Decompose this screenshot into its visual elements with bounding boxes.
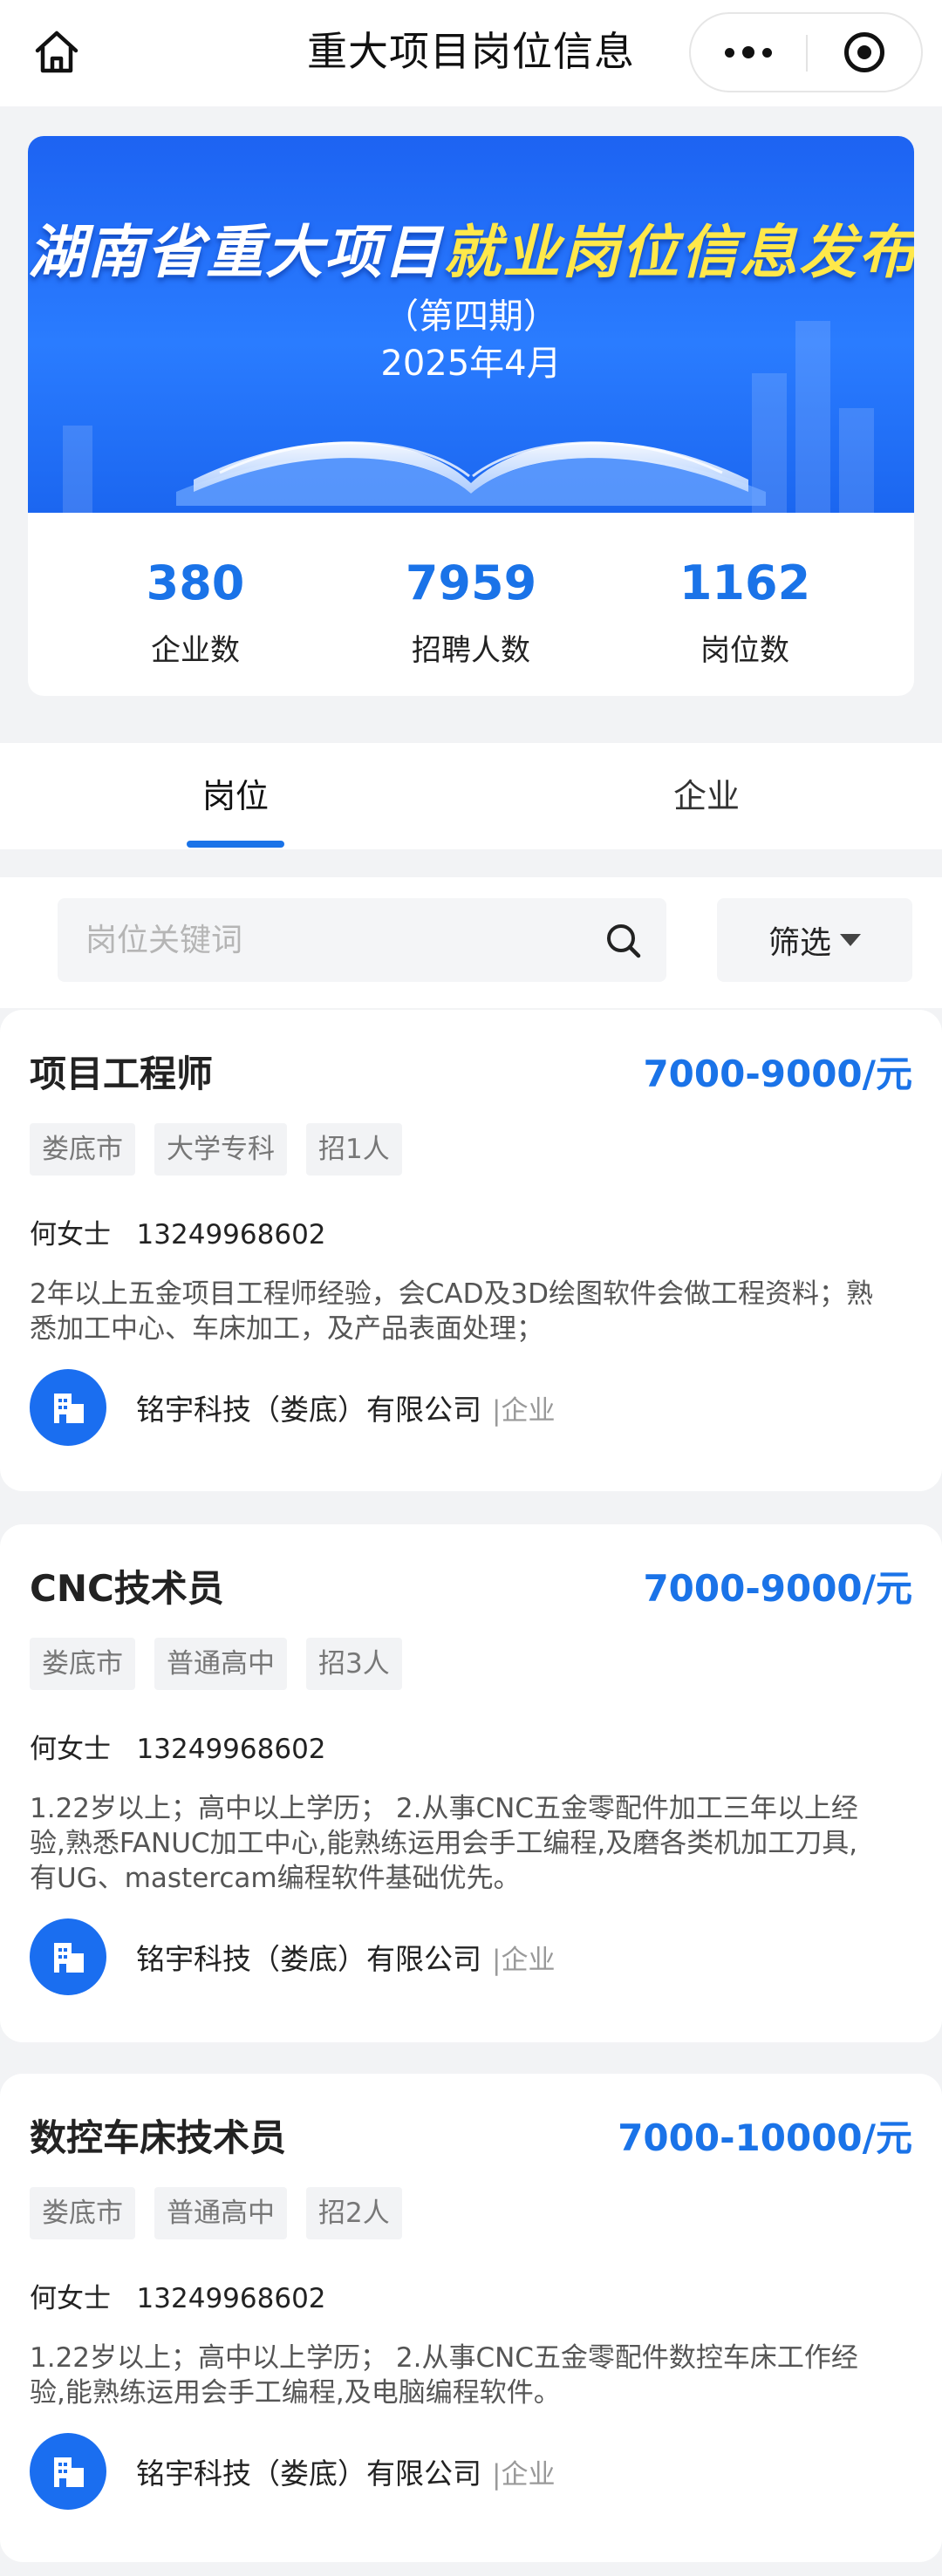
open-book-illustration bbox=[176, 441, 766, 506]
tag-location: 娄底市 bbox=[30, 1123, 135, 1176]
company-type: |企业 bbox=[492, 1944, 556, 1976]
company-name: 铭宇科技（娄底）有限公司 bbox=[136, 1942, 481, 1976]
stat-positions: 1162 岗位数 bbox=[679, 555, 811, 668]
company-type: |企业 bbox=[492, 1394, 556, 1427]
search-bar: 筛选 bbox=[0, 877, 942, 1008]
search-icon[interactable] bbox=[604, 921, 644, 961]
company-name: 铭宇科技（娄底）有限公司 bbox=[136, 2457, 481, 2491]
building-icon bbox=[54, 2457, 84, 2487]
job-description: 1.22岁以上；高中以上学历； 2.从事CNC五金零配件数控车床工作经验,能熟练… bbox=[30, 2342, 858, 2409]
banner-image: 湖南省重大项目就业岗位信息发布 （第四期） 2025年4月 bbox=[28, 136, 914, 513]
tag-headcount: 招1人 bbox=[306, 1123, 402, 1176]
close-mini-program-button[interactable] bbox=[808, 14, 921, 91]
company-logo bbox=[30, 1369, 106, 1446]
close-mini-program-icon bbox=[844, 32, 884, 72]
banner-issue: （第四期） bbox=[384, 296, 558, 337]
tag-headcount: 招2人 bbox=[306, 2187, 402, 2239]
job-contact: 何女士 13249968602 bbox=[30, 1734, 326, 1765]
job-tags: 娄底市 大学专科 招1人 bbox=[30, 1123, 402, 1176]
building-icon bbox=[54, 1943, 84, 1973]
job-title: 项目工程师 bbox=[30, 1053, 214, 1095]
stat-companies: 380 企业数 bbox=[146, 555, 245, 668]
more-button[interactable] bbox=[691, 14, 806, 91]
search-box bbox=[58, 898, 666, 982]
job-card[interactable]: 数控车床技术员 7000-10000/元 娄底市 普通高中 招2人 何女士 13… bbox=[0, 2074, 942, 2562]
tab-positions[interactable]: 岗位 bbox=[202, 769, 269, 817]
job-tags: 娄底市 普通高中 招3人 bbox=[30, 1638, 402, 1690]
job-title: CNC技术员 bbox=[30, 1567, 224, 1610]
job-contact: 何女士 13249968602 bbox=[30, 2283, 326, 2314]
company-row[interactable]: 铭宇科技（娄底）有限公司 |企业 bbox=[30, 1369, 555, 1446]
more-icon bbox=[725, 47, 734, 58]
job-description: 1.22岁以上；高中以上学历； 2.从事CNC五金零配件加工三年以上经验,熟悉F… bbox=[30, 1793, 858, 1894]
company-row[interactable]: 铭宇科技（娄底）有限公司 |企业 bbox=[30, 2433, 555, 2510]
building-icon bbox=[54, 1394, 84, 1423]
tag-location: 娄底市 bbox=[30, 2187, 135, 2239]
company-row[interactable]: 铭宇科技（娄底）有限公司 |企业 bbox=[30, 1918, 555, 1995]
company-logo bbox=[30, 2433, 106, 2510]
mini-program-capsule bbox=[689, 12, 923, 92]
filter-label: 筛选 bbox=[768, 925, 831, 961]
tag-education: 普通高中 bbox=[154, 2187, 287, 2239]
company-type: |企业 bbox=[492, 2458, 556, 2491]
stats-row: 380 企业数 7959 招聘人数 1162 岗位数 bbox=[28, 513, 914, 696]
filter-button[interactable]: 筛选 bbox=[717, 898, 912, 982]
navigation-bar: 重大项目岗位信息 bbox=[0, 0, 942, 106]
tag-location: 娄底市 bbox=[30, 1638, 135, 1690]
banner-date: 2025年4月 bbox=[380, 344, 562, 384]
job-card[interactable]: 项目工程师 7000-9000/元 娄底市 大学专科 招1人 何女士 13249… bbox=[0, 1010, 942, 1491]
tag-headcount: 招3人 bbox=[306, 1638, 402, 1690]
tag-education: 大学专科 bbox=[154, 1123, 287, 1176]
company-logo bbox=[30, 1918, 106, 1995]
job-tags: 娄底市 普通高中 招2人 bbox=[30, 2187, 402, 2239]
banner-title: 湖南省重大项目就业岗位信息发布 bbox=[28, 219, 914, 286]
job-salary: 7000-10000/元 bbox=[618, 2116, 912, 2159]
active-tab-indicator bbox=[187, 841, 284, 848]
tag-education: 普通高中 bbox=[154, 1638, 287, 1690]
stat-recruits: 7959 招聘人数 bbox=[405, 555, 537, 668]
job-title: 数控车床技术员 bbox=[30, 2116, 287, 2159]
job-description: 2年以上五金项目工程师经验，会CAD及3D绘图软件会做工程资料；熟悉加工中心、车… bbox=[30, 1278, 874, 1345]
caret-down-icon bbox=[840, 934, 861, 946]
tab-bar: 岗位 企业 bbox=[0, 743, 942, 849]
summary-card: 湖南省重大项目就业岗位信息发布 （第四期） 2025年4月 380 企业数 79… bbox=[28, 136, 914, 696]
job-salary: 7000-9000/元 bbox=[643, 1053, 912, 1095]
job-card[interactable]: CNC技术员 7000-9000/元 娄底市 普通高中 招3人 何女士 1324… bbox=[0, 1524, 942, 2042]
search-input[interactable] bbox=[85, 898, 591, 982]
job-contact: 何女士 13249968602 bbox=[30, 1219, 326, 1251]
tab-companies[interactable]: 企业 bbox=[673, 769, 740, 817]
job-salary: 7000-9000/元 bbox=[643, 1567, 912, 1610]
company-name: 铭宇科技（娄底）有限公司 bbox=[136, 1393, 481, 1427]
